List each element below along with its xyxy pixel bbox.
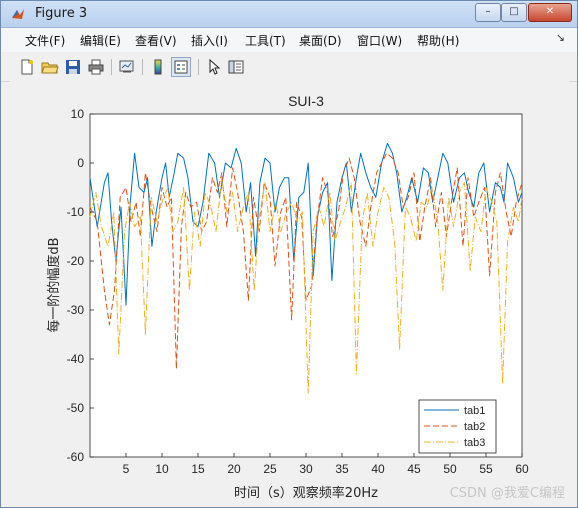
close-button[interactable]: ✕ [528,3,572,22]
window-title: Figure 3 [35,6,88,21]
toolbar [1,53,577,82]
legend-label-tab1: tab1 [464,405,485,417]
menu-insert[interactable]: 插入(I) [191,32,228,49]
legend[interactable]: tab1 tab2 tab3 [418,399,497,454]
toolbar-separator [111,59,112,75]
figure-canvas: 5 10 15 20 25 30 35 40 45 50 55 60 10 0 -10 -20 -30 -40 -5… [10,81,569,507]
menu-help[interactable]: 帮助(H) [417,32,459,49]
x-tick-label: 55 [479,462,493,476]
menu-tools[interactable]: 工具(T) [245,32,286,49]
legend-label-tab2: tab2 [464,421,485,433]
x-axis-label: 时间（s）观察频率20Hz [234,485,378,501]
chart-svg: 5 10 15 20 25 30 35 40 45 50 55 60 10 0 -10 -20 -30 -40 -5… [46,93,529,501]
y-tick-label: -40 [67,352,85,366]
menu-file[interactable]: 文件(F) [25,32,65,49]
y-tick-label: -30 [67,303,85,317]
y-tick-label: -20 [67,254,85,268]
x-tick-label: 20 [227,462,241,476]
menu-edit[interactable]: 编辑(E) [80,32,121,49]
link-plot-icon[interactable] [118,58,136,76]
x-tick-label: 40 [371,462,385,476]
print-icon[interactable] [87,58,105,76]
y-tick-label: -10 [67,205,85,219]
save-icon[interactable] [64,58,82,76]
chart-title: SUI-3 [288,93,324,109]
pointer-icon[interactable] [205,58,223,76]
y-tick-label: -60 [67,450,85,464]
watermark: CSDN @我爱C编程 [449,486,565,501]
x-tick-label: 50 [443,462,457,476]
y-tick-label: -50 [67,401,85,415]
minimize-button[interactable]: – [475,3,501,22]
x-tick-label: 5 [123,462,130,476]
property-editor-icon[interactable] [227,58,245,76]
colorbar-icon[interactable] [149,58,167,76]
menu-bar: 文件(F) 编辑(E) 查看(V) 插入(I) 工具(T) 桌面(D) 窗口(W… [1,28,577,52]
menu-view[interactable]: 查看(V) [135,32,177,49]
y-tick-label: 10 [71,107,85,121]
x-tick-label: 35 [335,462,349,476]
y-tick-label: 0 [77,156,84,170]
matlab-logo-icon [12,9,24,19]
toolbar-separator [198,59,199,75]
menu-desktop[interactable]: 桌面(D) [299,32,342,49]
new-figure-icon[interactable] [18,58,36,76]
x-tick-label: 60 [515,462,529,476]
maximize-button[interactable]: □ [501,3,527,22]
x-tick-label: 25 [263,462,277,476]
open-file-icon[interactable] [41,58,59,76]
toolbar-separator [142,59,143,75]
x-tick-label: 45 [407,462,421,476]
y-axis-label: 每一阶的幅度dB [46,237,62,332]
title-bar[interactable]: Figure 3 – □ ✕ [1,1,577,28]
legend-icon[interactable] [171,57,191,77]
menu-window[interactable]: 窗口(W) [357,32,402,49]
double-chevron-icon[interactable]: ↘ [556,31,565,44]
legend-label-tab3: tab3 [464,437,485,449]
x-tick-label: 15 [191,462,205,476]
figure-window: Figure 3 – □ ✕ 文件(F) 编辑(E) 查看(V) 插入(I) 工… [0,0,578,508]
x-tick-label: 10 [155,462,169,476]
x-tick-label: 30 [299,462,313,476]
